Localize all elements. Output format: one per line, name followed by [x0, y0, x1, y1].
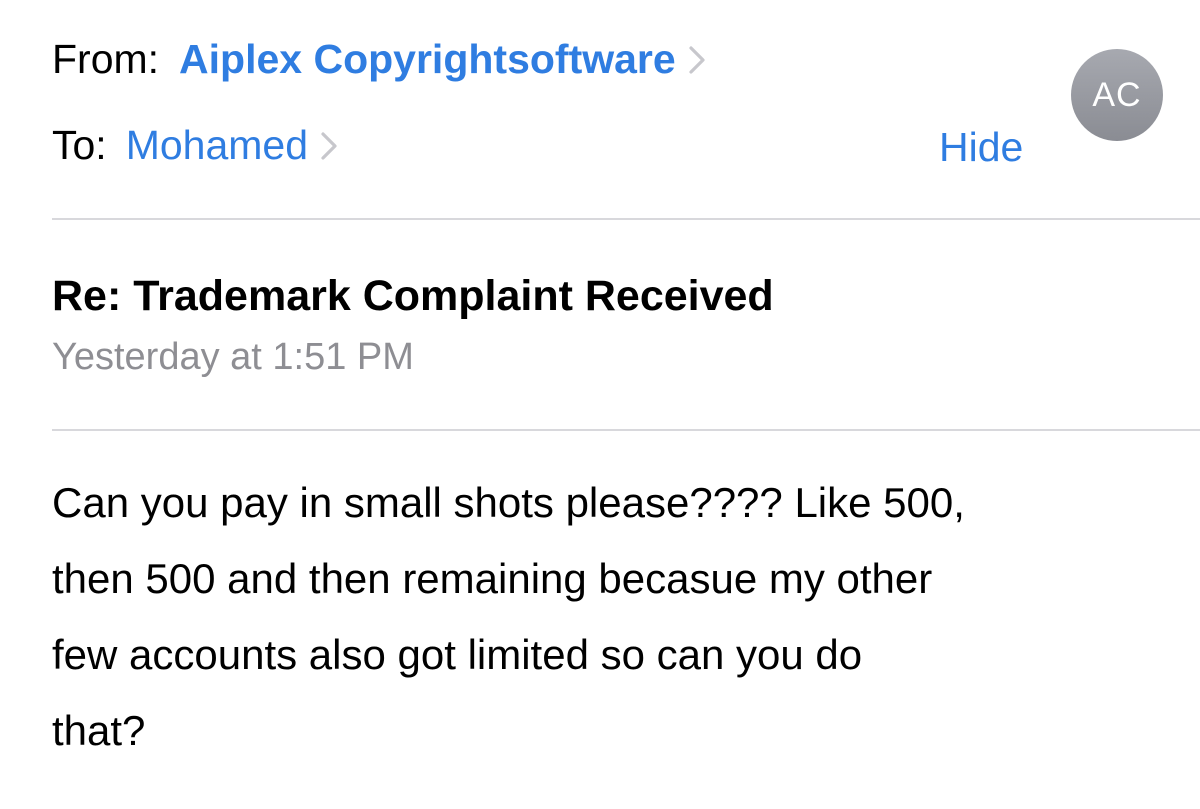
subject-divider	[52, 429, 1200, 431]
email-timestamp: Yesterday at 1:51 PM	[52, 336, 414, 378]
to-row: To: Mohamed	[52, 122, 340, 169]
body-line: then 500 and then remaining becasue my o…	[52, 555, 933, 602]
from-row: From: Aiplex Copyrightsoftware	[52, 36, 708, 83]
email-header: From: Aiplex Copyrightsoftware To: Moham…	[0, 0, 1200, 219]
recipient-name-link[interactable]: Mohamed	[126, 122, 308, 169]
hide-details-button[interactable]: Hide	[939, 124, 1023, 171]
chevron-right-icon[interactable]	[318, 129, 340, 163]
chevron-right-icon[interactable]	[686, 43, 708, 77]
body-line: that?	[52, 707, 146, 754]
body-line: Can you pay in small shots please???? Li…	[52, 479, 965, 526]
email-body: Can you pay in small shots please???? Li…	[52, 465, 1152, 769]
from-label: From:	[52, 36, 160, 82]
header-divider	[52, 218, 1200, 220]
body-line: few accounts also got limited so can you…	[52, 631, 863, 678]
sender-name-link[interactable]: Aiplex Copyrightsoftware	[179, 36, 676, 83]
sender-avatar[interactable]: AC	[1071, 49, 1163, 141]
email-subject: Re: Trademark Complaint Received	[52, 272, 774, 320]
avatar-initials: AC	[1092, 75, 1142, 114]
to-label: To:	[52, 122, 107, 168]
